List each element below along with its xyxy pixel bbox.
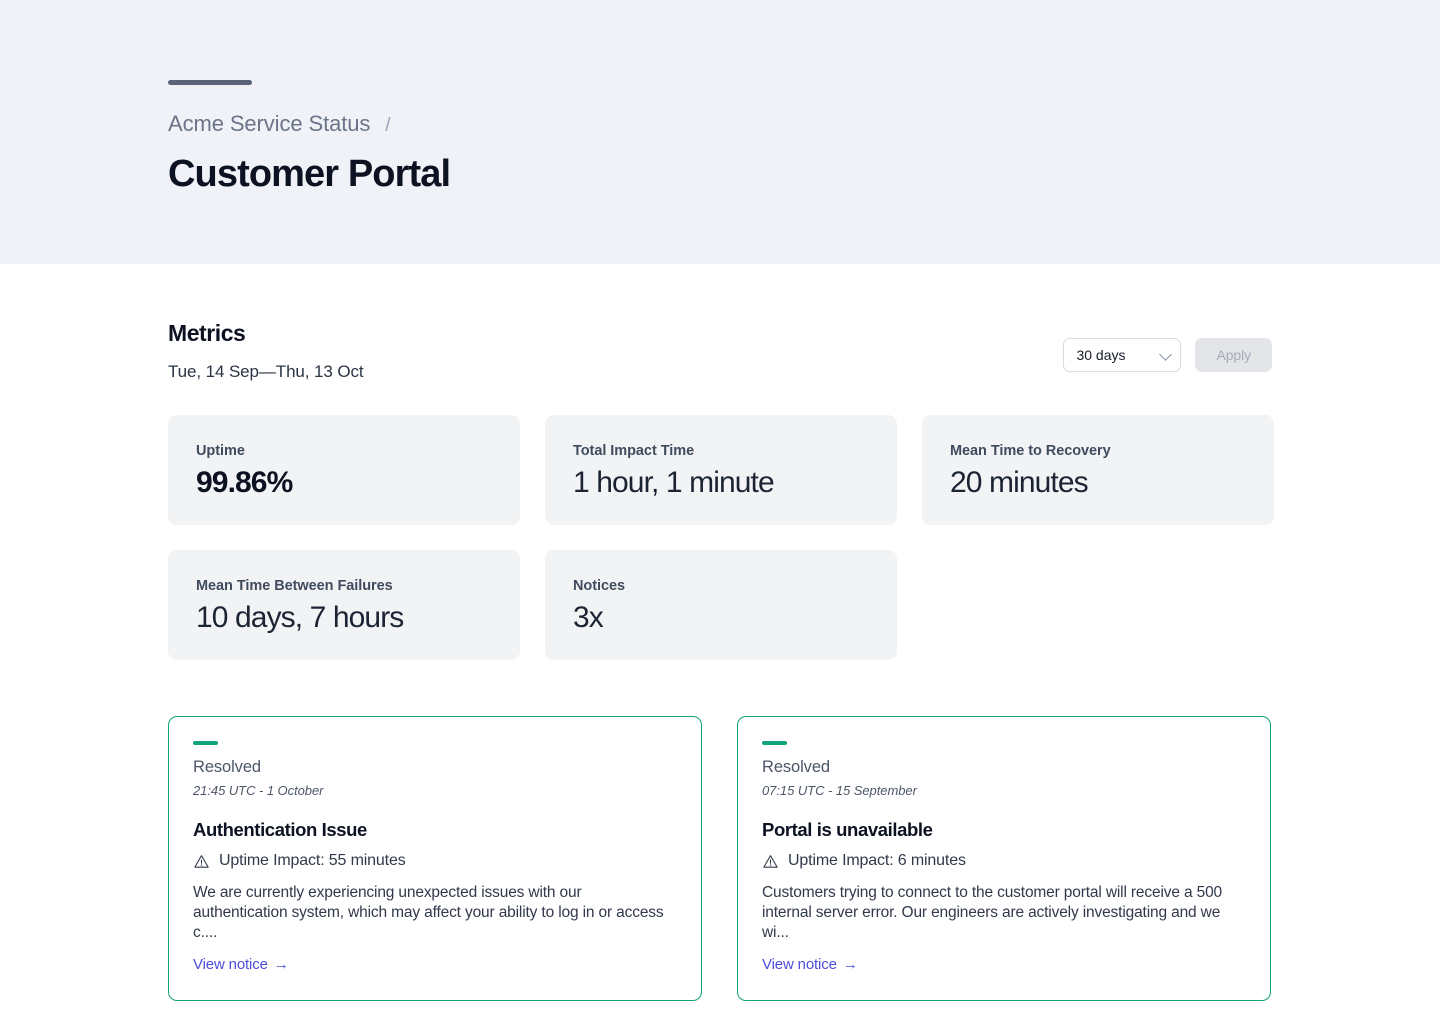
breadcrumb-parent-link[interactable]: Acme Service Status xyxy=(168,111,370,137)
view-notice-label: View notice xyxy=(193,956,268,973)
metric-card-grid: Uptime 99.86% Total Impact Time 1 hour, … xyxy=(168,415,1272,660)
incident-title: Portal is unavailable xyxy=(762,819,1246,841)
header-accent-bar xyxy=(168,80,252,85)
incident-impact: Uptime Impact: 55 minutes xyxy=(193,852,677,870)
incident-impact-text: Uptime Impact: 55 minutes xyxy=(219,852,406,870)
status-badge: Resolved xyxy=(762,758,1246,777)
status-indicator-dash xyxy=(762,741,787,745)
metric-label: Notices xyxy=(573,578,869,594)
incident-card: Resolved 21:45 UTC - 1 October Authentic… xyxy=(168,716,702,1001)
incident-body: Customers trying to connect to the custo… xyxy=(762,883,1246,943)
metric-card: Mean Time Between Failures 10 days, 7 ho… xyxy=(168,550,520,660)
metric-label: Mean Time Between Failures xyxy=(196,578,492,594)
breadcrumb-separator: / xyxy=(385,115,390,137)
metrics-header: Metrics Tue, 14 Sep—Thu, 13 Oct 30 days … xyxy=(168,320,1272,382)
arrow-right-icon: → xyxy=(843,956,858,973)
metrics-controls: 30 days Apply xyxy=(1063,338,1272,372)
incident-card-grid: Resolved 21:45 UTC - 1 October Authentic… xyxy=(168,716,1272,1001)
apply-button[interactable]: Apply xyxy=(1195,338,1272,372)
metric-value: 3x xyxy=(573,601,869,635)
metric-label: Uptime xyxy=(196,443,492,459)
metric-card: Total Impact Time 1 hour, 1 minute xyxy=(545,415,897,525)
page-body: Metrics Tue, 14 Sep—Thu, 13 Oct 30 days … xyxy=(0,264,1440,1001)
warning-triangle-icon xyxy=(193,853,210,870)
incident-impact: Uptime Impact: 6 minutes xyxy=(762,852,1246,870)
metric-value: 99.86% xyxy=(196,466,492,500)
incident-card: Resolved 07:15 UTC - 15 September Portal… xyxy=(737,716,1271,1001)
range-select-value: 30 days xyxy=(1076,347,1125,363)
view-notice-link[interactable]: View notice → xyxy=(762,956,858,973)
warning-triangle-icon xyxy=(762,853,779,870)
status-page: Acme Service Status / Customer Portal Me… xyxy=(0,0,1440,1024)
incident-body: We are currently experiencing unexpected… xyxy=(193,883,677,943)
metric-card: Notices 3x xyxy=(545,550,897,660)
metrics-section-title: Metrics xyxy=(168,320,364,347)
metric-value: 20 minutes xyxy=(950,466,1246,500)
incident-impact-text: Uptime Impact: 6 minutes xyxy=(788,852,966,870)
page-header: Acme Service Status / Customer Portal xyxy=(0,0,1440,264)
metric-label: Total Impact Time xyxy=(573,443,869,459)
arrow-right-icon: → xyxy=(274,956,289,973)
view-notice-link[interactable]: View notice → xyxy=(193,956,289,973)
view-notice-label: View notice xyxy=(762,956,837,973)
status-badge: Resolved xyxy=(193,758,677,777)
incident-timestamp: 07:15 UTC - 15 September xyxy=(762,783,1246,798)
metric-label: Mean Time to Recovery xyxy=(950,443,1246,459)
page-title: Customer Portal xyxy=(168,153,1440,196)
metrics-heading-group: Metrics Tue, 14 Sep—Thu, 13 Oct xyxy=(168,320,364,382)
chevron-down-icon xyxy=(1160,348,1173,361)
range-select[interactable]: 30 days xyxy=(1063,338,1181,372)
metric-card: Mean Time to Recovery 20 minutes xyxy=(922,415,1274,525)
metric-card: Uptime 99.86% xyxy=(168,415,520,525)
incident-title: Authentication Issue xyxy=(193,819,677,841)
metrics-date-range: Tue, 14 Sep—Thu, 13 Oct xyxy=(168,362,364,382)
breadcrumb: Acme Service Status / xyxy=(168,111,1440,137)
metric-value: 10 days, 7 hours xyxy=(196,601,492,635)
incident-timestamp: 21:45 UTC - 1 October xyxy=(193,783,677,798)
metric-value: 1 hour, 1 minute xyxy=(573,466,869,500)
status-indicator-dash xyxy=(193,741,218,745)
